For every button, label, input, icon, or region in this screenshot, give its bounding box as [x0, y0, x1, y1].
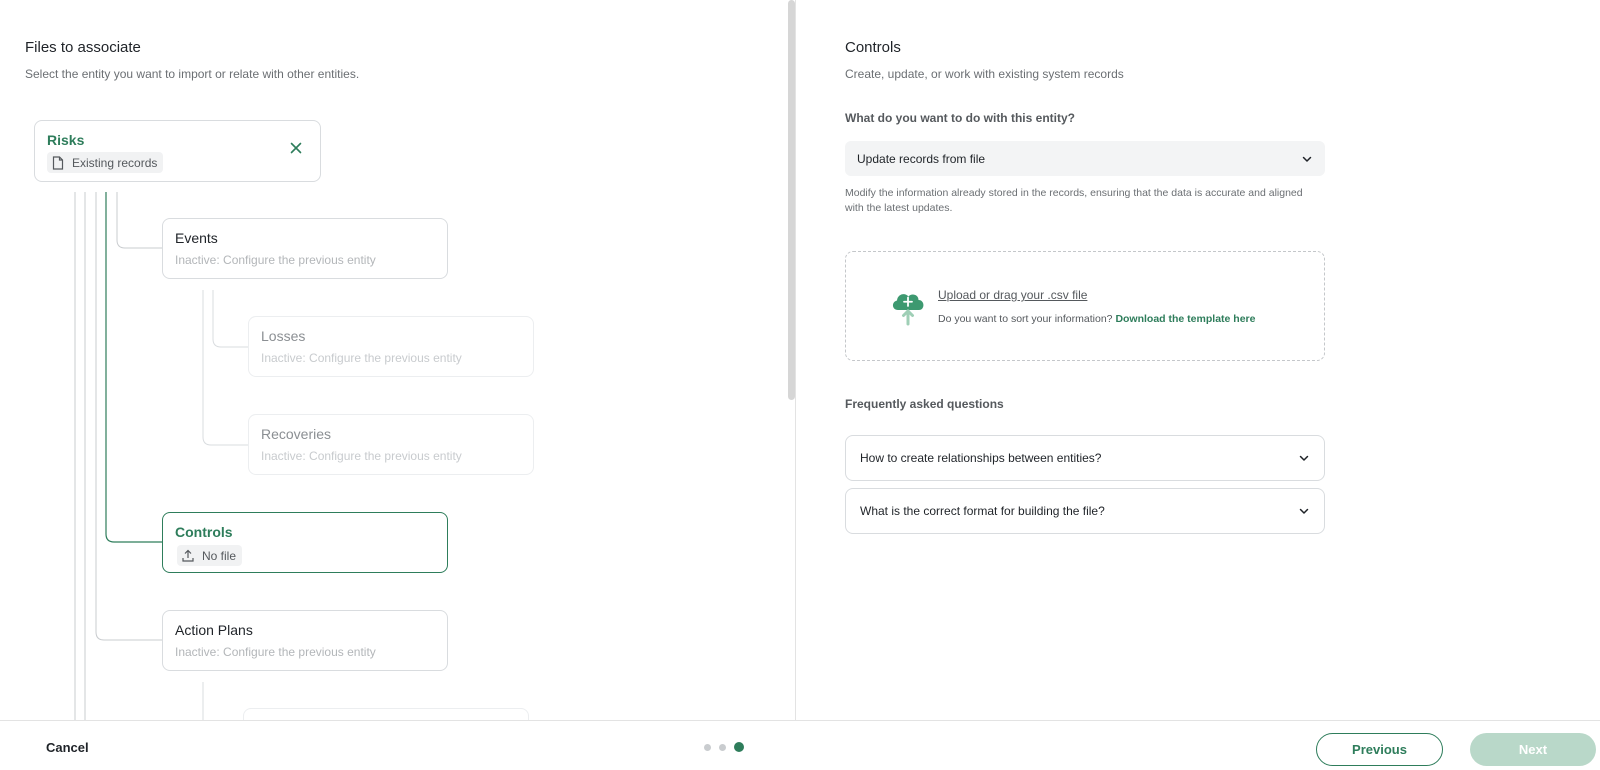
step-indicator	[704, 742, 744, 752]
faq-title: Frequently asked questions	[845, 397, 1004, 411]
tree-node-status: Inactive: Configure the previous entity	[175, 645, 376, 659]
tree-node-partial	[243, 708, 529, 720]
tree-node-title: Losses	[261, 328, 306, 344]
chevron-down-icon	[1299, 508, 1309, 514]
step-dot	[704, 743, 711, 751]
entity-subtitle: Create, update, or work with existing sy…	[845, 67, 1124, 81]
upload-hint-text: Do you want to sort your information?	[938, 313, 1113, 325]
right-panel: Controls Create, update, or work with ex…	[796, 0, 1600, 720]
entity-title: Controls	[845, 39, 901, 56]
faq-item[interactable]: How to create relationships between enti…	[845, 435, 1325, 481]
chevron-down-icon	[1302, 156, 1312, 162]
chip-label: No file	[202, 548, 237, 563]
left-panel: Files to associate Select the entity you…	[0, 0, 795, 720]
left-scrollbar[interactable]	[788, 0, 795, 400]
chevron-down-icon	[1299, 455, 1309, 461]
tree-node-recoveries: Recoveries Inactive: Configure the previ…	[248, 414, 534, 475]
tree-node-title: Action Plans	[175, 622, 253, 638]
tree-node-title: Events	[175, 230, 218, 246]
action-select[interactable]: Update records from file	[845, 141, 1325, 176]
tree-node-events[interactable]: Events Inactive: Configure the previous …	[162, 218, 448, 279]
tree-node-risks[interactable]: Risks Existing records	[34, 120, 321, 182]
close-icon[interactable]	[288, 140, 304, 156]
tree-node-title: Recoveries	[261, 426, 332, 442]
upload-icon	[182, 549, 194, 562]
tree-node-status: Inactive: Configure the previous entity	[261, 449, 462, 463]
step-dot	[719, 743, 726, 751]
tree-node-title: Controls	[175, 524, 233, 540]
tree-node-status: Inactive: Configure the previous entity	[175, 253, 376, 267]
select-description: Modify the information already stored in…	[845, 187, 1303, 214]
upload-dropzone[interactable]: Upload or drag your .csv file Do you wan…	[845, 251, 1325, 361]
document-icon	[52, 155, 64, 170]
tree-node-status: Inactive: Configure the previous entity	[261, 351, 462, 365]
upload-link[interactable]: Upload or drag your .csv file	[938, 288, 1087, 302]
cloud-upload-icon	[892, 294, 924, 326]
previous-button[interactable]: Previous	[1316, 733, 1443, 766]
next-button[interactable]: Next	[1470, 733, 1596, 766]
select-value: Update records from file	[857, 151, 986, 166]
upload-hint: Do you want to sort your information? Do…	[938, 313, 1255, 325]
faq-question: What is the correct format for building …	[860, 504, 1105, 518]
tree-node-title: Risks	[47, 132, 85, 148]
wizard-footer: Cancel Previous Next	[0, 720, 1600, 770]
download-template-link[interactable]: Download the template here	[1115, 313, 1255, 325]
faq-question: How to create relationships between enti…	[860, 451, 1102, 465]
tree-node-losses: Losses Inactive: Configure the previous …	[248, 316, 534, 377]
no-file-chip: No file	[177, 545, 243, 566]
action-question-label: What do you want to do with this entity?	[845, 111, 1075, 125]
faq-item[interactable]: What is the correct format for building …	[845, 488, 1325, 534]
chip-label: Existing records	[72, 155, 158, 170]
existing-records-chip: Existing records	[47, 152, 164, 173]
cancel-button[interactable]: Cancel	[46, 740, 89, 755]
step-dot-current	[734, 742, 744, 752]
tree-node-action-plans[interactable]: Action Plans Inactive: Configure the pre…	[162, 610, 448, 671]
tree-node-controls[interactable]: Controls No file	[162, 512, 448, 573]
